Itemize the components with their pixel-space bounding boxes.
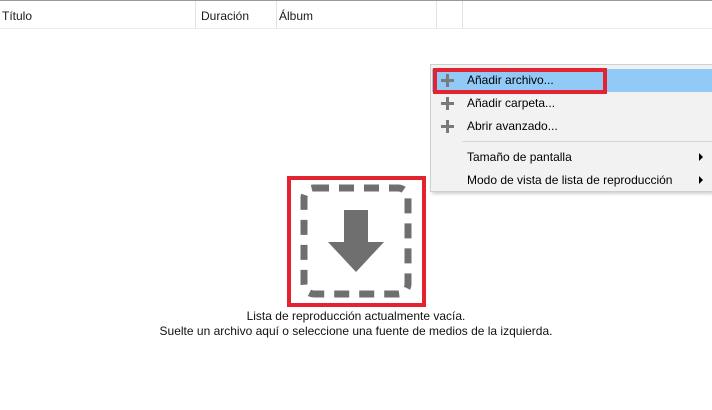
menu-item-label: Modo de vista de lista de reproducción: [467, 173, 673, 187]
menu-item-playlist-view-mode[interactable]: Modo de vista de lista de reproducción: [432, 169, 712, 192]
menu-item-label: Añadir archivo...: [467, 73, 554, 87]
column-title-label: Título: [2, 9, 33, 23]
column-duration-label: Duración: [201, 9, 250, 23]
submenu-arrow-icon: [699, 176, 703, 184]
drop-arrow-icon[interactable]: [300, 184, 412, 298]
empty-playlist-hint: Suelte un archivo aquí o seleccione una …: [159, 324, 553, 338]
column-header-filler: [463, 1, 712, 29]
column-header-album[interactable]: Álbum: [277, 1, 437, 29]
menu-separator: [462, 141, 712, 142]
menu-item-add-file[interactable]: Añadir archivo...: [432, 69, 712, 92]
menu-item-screen-size[interactable]: Tamaño de pantalla: [432, 146, 712, 169]
playlist-view: Título Duración Álbum Lista de reproducc…: [0, 0, 712, 410]
plus-icon: [441, 74, 454, 87]
column-header-extra[interactable]: [437, 1, 463, 29]
submenu-arrow-icon: [699, 153, 703, 161]
playlist-column-header: Título Duración Álbum: [0, 0, 712, 29]
empty-playlist-message: Lista de reproducción actualmente vacía.: [246, 309, 466, 323]
menu-item-label: Añadir carpeta...: [467, 96, 556, 110]
plus-icon: [441, 97, 454, 110]
column-header-title[interactable]: Título: [0, 1, 196, 29]
context-menu: Añadir archivo... Añadir carpeta... Abri…: [430, 64, 712, 192]
column-header-duration[interactable]: Duración: [196, 1, 277, 29]
menu-item-add-folder[interactable]: Añadir carpeta...: [432, 92, 712, 115]
column-album-label: Álbum: [279, 9, 314, 23]
menu-item-open-advanced[interactable]: Abrir avanzado...: [432, 115, 712, 138]
menu-item-label: Abrir avanzado...: [467, 119, 558, 133]
plus-icon: [441, 120, 454, 133]
menu-item-label: Tamaño de pantalla: [467, 150, 572, 164]
